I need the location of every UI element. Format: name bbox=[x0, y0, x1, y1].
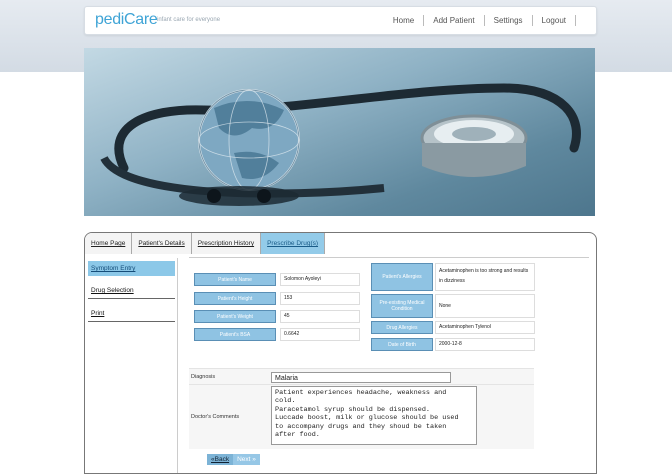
patient-height-value: 153 bbox=[280, 292, 360, 305]
nav-buttons: «Back Next » bbox=[207, 454, 260, 465]
patient-weight-label: Patient's Weight bbox=[194, 310, 276, 323]
dob-label: Date of Birth bbox=[371, 338, 433, 351]
patient-name-value: Solomon Ayoleyi bbox=[280, 273, 360, 286]
tab-prescribe-drugs[interactable]: Prescribe Drug(s) bbox=[261, 233, 326, 254]
diagnosis-label: Diagnosis bbox=[191, 374, 216, 380]
dob-value: 2000-12-8 bbox=[435, 338, 535, 351]
back-button[interactable]: «Back bbox=[207, 454, 234, 465]
hero-stethoscope-image bbox=[84, 48, 595, 216]
sidebar: Symptom Entry Drug Selection Print bbox=[85, 258, 178, 473]
nav-add-patient[interactable]: Add Patient bbox=[424, 15, 485, 26]
comments-label: Doctor's Comments bbox=[191, 414, 240, 420]
tab-patients-details[interactable]: Patient's Details bbox=[132, 233, 192, 254]
tab-home-page[interactable]: Home Page bbox=[85, 233, 133, 254]
app-logo[interactable]: pediCare bbox=[95, 11, 158, 29]
app-tagline: infant care for everyone bbox=[157, 17, 221, 23]
patient-bsa-label: Patient's BSA bbox=[194, 328, 276, 341]
preexisting-condition-value: None bbox=[435, 294, 535, 318]
prescription-panel: Home Page Patient's Details Prescription… bbox=[84, 232, 597, 474]
sidebar-item-print[interactable]: Print bbox=[88, 306, 175, 322]
comments-textarea[interactable]: Patient experiences headache, weakness a… bbox=[271, 386, 477, 445]
patient-content: Patient's Name Solomon Ayoleyi Patient's… bbox=[189, 257, 589, 474]
preexisting-condition-label: Pre-existing Medical Condition bbox=[371, 294, 433, 318]
sidebar-item-symptom-entry[interactable]: Symptom Entry bbox=[88, 261, 175, 276]
top-nav: Home Add Patient Settings Logout bbox=[393, 15, 576, 26]
patient-name-label: Patient's Name bbox=[194, 273, 276, 286]
patient-allergies-label: Patient's Allergies bbox=[371, 263, 433, 291]
site-header: pediCare infant care for everyone Home A… bbox=[84, 6, 597, 35]
nav-logout[interactable]: Logout bbox=[533, 15, 576, 26]
nav-home[interactable]: Home bbox=[393, 15, 425, 26]
patient-weight-value: 45 bbox=[280, 310, 360, 323]
drug-allergies-label: Drug Allergies bbox=[371, 321, 433, 334]
diagnosis-input[interactable]: Malaria bbox=[271, 372, 451, 383]
patient-allergies-value: Acetaminophen is too strong and results … bbox=[435, 263, 535, 291]
tab-prescription-history[interactable]: Prescription History bbox=[191, 233, 262, 254]
tab-bar: Home Page Patient's Details Prescription… bbox=[85, 233, 326, 255]
next-button[interactable]: Next » bbox=[233, 454, 260, 465]
patient-bsa-value: 0.6642 bbox=[280, 328, 360, 341]
sidebar-item-drug-selection[interactable]: Drug Selection bbox=[88, 283, 175, 299]
nav-settings[interactable]: Settings bbox=[485, 15, 533, 26]
patient-height-label: Patient's Height bbox=[194, 292, 276, 305]
drug-allergies-value: Acetaminophen Tylenol bbox=[435, 321, 535, 334]
